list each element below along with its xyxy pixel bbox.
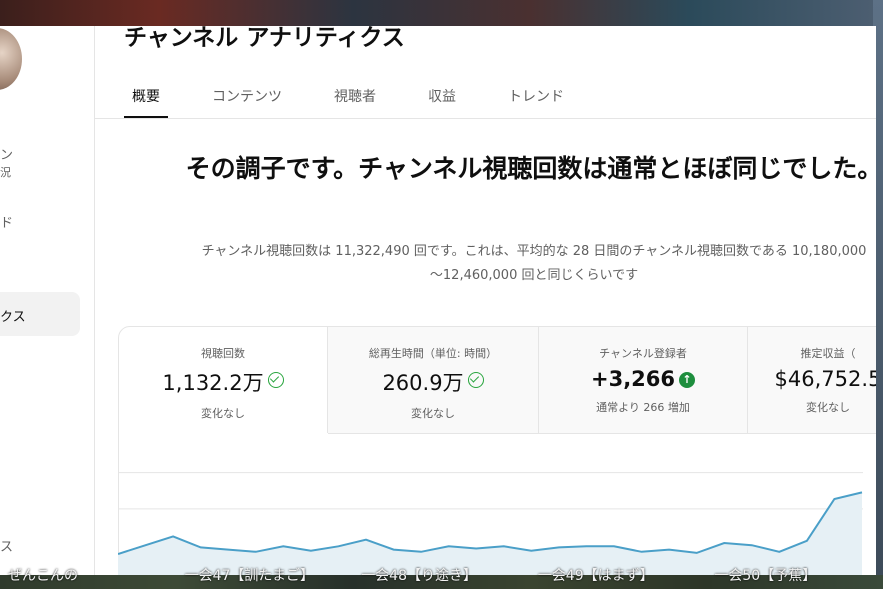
page-title: チャンネル アナリティクス	[124, 26, 405, 51]
series-line	[118, 491, 863, 555]
metric-sub: 変化なし	[411, 407, 455, 420]
sidebar-item-analytics[interactable]: クス	[0, 306, 26, 325]
headline: その調子です。チャンネル視聴回数は通常とほぼ同じでした。	[185, 154, 876, 183]
tab-divider	[94, 118, 876, 119]
metric-card-subscribers[interactable]: チャンネル登録者 +3,266 ↑ 通常より 266 増加	[539, 327, 748, 434]
background-video-titles: ぜんこんの 一会47【訓たまご】 一会48【り途き】 一会49【はまず】 一会5…	[0, 566, 883, 589]
metric-value-text: 1,132.2万	[162, 371, 264, 395]
metric-label: 視聴回数	[201, 347, 245, 360]
tab-content[interactable]: コンテンツ	[204, 78, 290, 118]
metric-label: 推定収益（	[800, 347, 856, 360]
bg-title: 一会48【り途き】	[361, 568, 478, 584]
avatar[interactable]	[0, 28, 22, 90]
tab-revenue[interactable]: 収益	[420, 78, 464, 118]
metric-card-views[interactable]: 視聴回数 1,132.2万 変化なし	[119, 327, 328, 433]
tab-overview[interactable]: 概要	[124, 78, 168, 119]
metric-card-revenue[interactable]: 推定収益（ $46,752.5 変化なし	[748, 327, 876, 434]
metric-sub: 変化なし	[806, 401, 850, 414]
series-area	[118, 492, 862, 575]
bg-title: 一会50【予蕉】	[714, 568, 817, 584]
sidebar: ン 況 ド クス ス	[0, 26, 95, 575]
metric-label: チャンネル登録者	[599, 347, 687, 360]
metric-card-watch-time[interactable]: 総再生時間（単位: 時間） 260.9万 変化なし	[328, 327, 539, 434]
metric-value: $46,752.5	[774, 367, 876, 391]
arrow-up-circle-icon: ↑	[679, 372, 696, 388]
summary-text: チャンネル視聴回数は 11,322,490 回です。これは、平均的な 28 日間…	[164, 240, 876, 288]
check-circle-icon	[467, 372, 484, 388]
summary-line-2: ～12,460,000 回と同じくらいです	[429, 268, 639, 283]
tab-trends[interactable]: トレンド	[500, 78, 572, 118]
sidebar-item-bottom[interactable]: ス	[0, 536, 13, 555]
main-content: チャンネル アナリティクス 概要 コンテンツ 視聴者 収益 トレンド その調子で…	[94, 26, 876, 575]
metric-value-text: +3,266	[590, 367, 676, 391]
tab-audience[interactable]: 視聴者	[326, 78, 384, 118]
sidebar-item-dashboard[interactable]: ド	[0, 212, 13, 231]
channel-subtitle: 況	[0, 166, 11, 179]
bg-title: ぜんこんの	[8, 568, 78, 584]
tab-bar: 概要 コンテンツ 視聴者 収益 トレンド	[124, 78, 608, 119]
metric-value: 260.9万	[328, 367, 538, 397]
metric-sub: 通常より 266 増加	[596, 401, 690, 414]
metric-sub: 変化なし	[201, 407, 245, 420]
analytics-window: ン 況 ド クス ス チャンネル アナリティクス 概要 コンテンツ 視聴者 収益…	[0, 26, 876, 575]
bg-title: 一会49【はまず】	[537, 568, 654, 584]
summary-line-1: チャンネル視聴回数は 11,322,490 回です。これは、平均的な 28 日間…	[201, 244, 867, 259]
check-circle-icon	[267, 372, 284, 388]
metric-value-text: 260.9万	[382, 371, 464, 395]
metric-value: 1,132.2万	[119, 367, 327, 397]
metric-value: +3,266 ↑	[539, 367, 747, 391]
views-chart[interactable]	[118, 466, 863, 575]
channel-name: ン	[0, 148, 14, 163]
bg-title: 一会47【訓たまご】	[184, 568, 314, 584]
metric-label: 総再生時間（単位: 時間）	[368, 347, 498, 360]
